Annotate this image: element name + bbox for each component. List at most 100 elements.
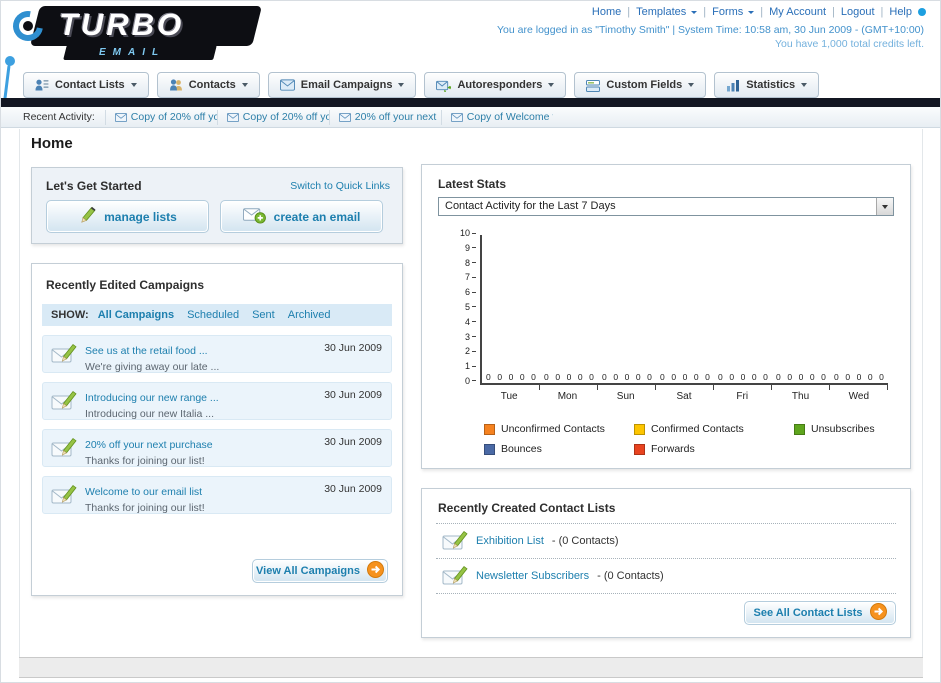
header-link-home[interactable]: Home [592,6,621,18]
create-email-button[interactable]: create an email [220,200,383,233]
see-all-contact-lists-button[interactable]: See All Contact Lists [744,601,896,625]
y-axis-tick-label: 10 [460,229,476,238]
separator: | [832,6,835,18]
separator: | [703,6,707,18]
filter-archived[interactable]: Archived [288,309,331,321]
decorative-dot-icon [5,56,15,66]
bar-value-label: 0 [635,372,641,382]
bar-value-label: 0 [671,372,677,382]
view-all-campaigns-button[interactable]: View All Campaigns [252,559,388,583]
legend-swatch [634,423,645,435]
get-started-title: Let's Get Started [46,179,142,193]
nav-tabs: Contact Lists Contacts Email Campaigns Auto… [1,68,940,98]
header-link-forms[interactable]: Forms [712,6,755,18]
bar-value-label: 0 [508,372,514,382]
chevron-down-icon [398,83,405,87]
latest-stats-panel: Latest Stats Contact Activity for the La… [421,164,911,469]
status-dot-icon [918,8,926,16]
bar-value-label: 0 [589,372,594,382]
x-axis-label: Sun [616,391,635,402]
bar-value-label: 0 [660,372,665,382]
tab-label: Statistics [746,79,796,91]
recent-activity-item[interactable]: 20% off your next [328,109,441,125]
campaign-date: 30 Jun 2009 [324,389,382,401]
bar-value-label: 0 [682,372,688,382]
campaigns-filterbar: SHOW: All Campaigns Scheduled Sent Archived [42,304,392,326]
contact-lists-title: Recently Created Contact Lists [438,501,616,515]
envelope-icon [114,112,127,122]
autoresponders-icon [436,79,452,92]
tab-custom-fields[interactable]: Custom Fields [574,72,707,98]
campaign-title-link[interactable]: 20% off your next purchase [85,439,213,451]
header: TURBO EMAIL Home | Templates | Forms | My Acco… [1,1,940,108]
email-campaigns-icon [279,79,295,91]
y-axis-tick-label: 6 [465,288,476,297]
x-axis-label: Sat [676,391,692,402]
chart-legend: Unconfirmed Contacts Confirmed Contacts Un… [484,423,894,455]
list-edit-icon [442,530,468,552]
arrow-circle-icon [366,561,384,581]
campaign-title-link[interactable]: Welcome to our email list [85,486,202,498]
contact-list-link[interactable]: Exhibition List [476,535,544,547]
chart-bar-group: 00000 [714,235,772,390]
recent-activity-item[interactable]: Copy of 20% off yo [216,109,329,125]
tab-contacts[interactable]: Contacts [156,72,260,98]
header-link-help[interactable]: Help [889,6,912,18]
chart-bar-group: 00000 [598,235,656,390]
bar-value-label: 0 [486,372,491,382]
header-link-my-account[interactable]: My Account [769,6,826,18]
y-axis-tick-label: 7 [465,273,476,282]
bar-value-label: 0 [798,372,804,382]
bar-value-label: 0 [845,372,851,382]
filter-sent[interactable]: Sent [252,309,275,321]
chart-y-axis: 10 9 8 7 6 5 4 3 2 1 0 [456,229,476,386]
recent-activity-item[interactable]: Copy of Welcome to [440,109,553,125]
manage-lists-button[interactable]: manage lists [46,200,209,233]
y-axis-tick-label: 5 [465,302,476,311]
header-link-templates[interactable]: Templates [636,6,698,18]
separator: | [880,6,884,18]
bar-value-label: 0 [497,372,503,382]
tab-contact-lists[interactable]: Contact Lists [23,72,149,98]
statistics-icon [726,79,740,92]
switch-to-quick-links-link[interactable]: Switch to Quick Links [290,180,390,192]
tab-label: Email Campaigns [300,79,393,91]
legend-label: Forwards [651,443,695,455]
x-axis-label: Wed [848,391,870,402]
campaign-edit-icon [51,484,77,511]
bar-value-label: 0 [729,372,735,382]
tab-statistics[interactable]: Statistics [714,72,820,98]
bar-value-label: 0 [613,372,619,382]
campaigns-title: Recently Edited Campaigns [46,278,205,292]
campaign-row: 20% off your next purchase Thanks for joi… [42,429,392,467]
campaign-title-link[interactable]: See us at the retail food ... [85,345,208,357]
tab-autoresponders[interactable]: Autoresponders [424,72,567,98]
header-link-logout[interactable]: Logout [841,6,875,18]
pencil-icon [78,206,96,227]
campaign-edit-icon [51,437,77,464]
campaign-date: 30 Jun 2009 [324,436,382,448]
tab-label: Custom Fields [606,79,683,91]
tab-email-campaigns[interactable]: Email Campaigns [267,72,417,98]
campaign-title-link[interactable]: Introducing our new range ... [85,392,219,404]
filter-scheduled[interactable]: Scheduled [187,309,239,321]
y-axis-tick-label: 3 [465,332,476,341]
nav-divider-bar [1,98,940,107]
y-axis-tick-label: 2 [465,347,476,356]
contact-list-link[interactable]: Newsletter Subscribers [476,570,589,582]
custom-fields-icon [586,79,601,92]
stats-period-select[interactable]: Contact Activity for the Last 7 Days [438,197,894,216]
chevron-down-icon [688,83,695,87]
envelope-icon [450,112,463,122]
arrow-circle-icon [869,603,887,623]
tab-label: Contact Lists [55,79,125,91]
recent-activity-items: Copy of 20% off yo Copy of 20% off yo 20% … [104,109,553,125]
campaigns-panel: Recently Edited Campaigns SHOW: All Camp… [31,263,403,596]
chevron-down-icon [130,83,137,87]
filter-all-campaigns[interactable]: All Campaigns [98,309,174,321]
y-axis-tick-label: 0 [465,376,476,385]
activity-item-label: Copy of 20% off yo [130,111,217,123]
campaign-rows: See us at the retail food ... We're givin… [42,335,392,523]
recent-activity-item[interactable]: Copy of 20% off yo [104,109,217,125]
app-logo[interactable]: TURBO EMAIL [7,3,277,65]
